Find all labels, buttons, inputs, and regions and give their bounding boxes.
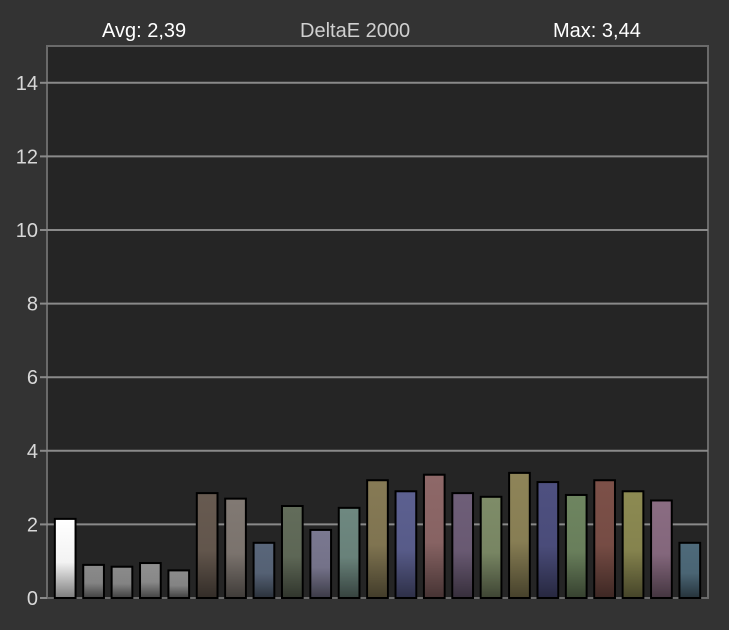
- bar-shading: [55, 519, 75, 597]
- bar-shading: [282, 507, 302, 597]
- bar-shading: [538, 483, 558, 597]
- bar-shading: [481, 497, 501, 597]
- chart-svg: 0 2 4 6 8 10 12 14: [16, 45, 709, 610]
- bar-shading: [197, 494, 217, 597]
- y-tick-label: 2: [27, 514, 38, 536]
- y-tick-label: 8: [27, 294, 38, 316]
- bar-shading: [112, 567, 132, 597]
- y-tick-label: 4: [27, 441, 38, 463]
- y-tick-label: 6: [27, 367, 38, 389]
- bar-shading: [424, 475, 444, 597]
- bar-shading: [84, 565, 103, 597]
- bar-shading: [453, 494, 473, 597]
- bar-shading: [595, 481, 614, 597]
- bar-shading: [510, 473, 529, 597]
- y-tick-label: 14: [16, 73, 38, 95]
- bar-shading: [652, 501, 671, 597]
- bar-shading: [396, 492, 416, 597]
- bar-shading: [141, 564, 160, 597]
- y-tick-label: 0: [27, 588, 38, 610]
- bar-shading: [566, 495, 586, 597]
- delta-e-chart: Avg: 2,39 DeltaE 2000 Max: 3,44 0 2 4 6 8 10 1…: [0, 0, 729, 630]
- bar-shading: [311, 530, 331, 597]
- bar-shading: [226, 499, 245, 597]
- y-tick-label: 12: [16, 146, 38, 168]
- bar-shading: [254, 543, 274, 597]
- y-tick-label: 10: [16, 220, 38, 242]
- bar-shading: [680, 543, 700, 597]
- bar-shading: [368, 481, 387, 597]
- bar-shading: [623, 492, 643, 597]
- y-axis: 0 2 4 6 8 10 12 14: [16, 73, 47, 610]
- bar-shading: [339, 508, 359, 597]
- bar-shading: [169, 571, 189, 597]
